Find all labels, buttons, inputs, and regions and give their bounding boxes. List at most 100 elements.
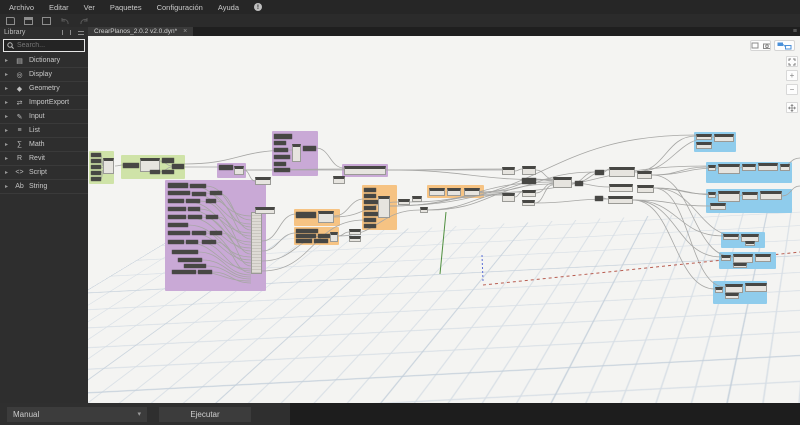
graph-node[interactable] — [162, 170, 174, 174]
graph-node[interactable] — [274, 155, 290, 159]
graph-node[interactable] — [192, 192, 206, 196]
graph-node[interactable] — [274, 162, 286, 166]
graph-node[interactable] — [364, 194, 376, 198]
graph-node[interactable] — [502, 193, 515, 202]
menu-ver[interactable]: Ver — [84, 3, 95, 12]
graph-node[interactable] — [464, 188, 480, 196]
expander-icon[interactable]: ▸ — [5, 141, 10, 148]
graph-node[interactable] — [91, 159, 101, 163]
graph-node[interactable] — [608, 196, 633, 204]
graph-node[interactable] — [255, 177, 271, 185]
expander-icon[interactable]: ▸ — [5, 127, 10, 134]
graph-node[interactable] — [429, 188, 445, 196]
fit-view-button[interactable] — [786, 56, 798, 67]
graph-node[interactable] — [522, 178, 536, 184]
graph-node[interactable] — [234, 166, 244, 175]
menu-paquetes[interactable]: Paquetes — [110, 3, 142, 12]
graph-node[interactable] — [696, 142, 712, 149]
graph-node[interactable] — [210, 231, 222, 235]
redo-icon[interactable] — [79, 17, 89, 25]
expander-icon[interactable]: ▸ — [5, 85, 10, 92]
undo-icon[interactable] — [60, 17, 70, 25]
graph-node[interactable] — [255, 207, 275, 214]
menu-archivo[interactable]: Archivo — [9, 3, 34, 12]
graph-node[interactable] — [522, 200, 535, 206]
graph-node[interactable] — [522, 166, 536, 175]
graph-node[interactable] — [188, 215, 202, 219]
graph-node[interactable] — [91, 171, 101, 175]
graph-node[interactable] — [733, 254, 753, 263]
graph-node[interactable] — [714, 134, 734, 142]
graph-node[interactable] — [710, 203, 726, 210]
graph-node[interactable] — [733, 263, 747, 268]
graph-node[interactable] — [780, 164, 790, 171]
graph-node[interactable] — [696, 134, 712, 140]
expander-icon[interactable]: ▸ — [5, 169, 10, 176]
graph-node[interactable] — [708, 192, 716, 198]
library-menu-icon[interactable] — [78, 30, 84, 35]
graph-node[interactable] — [637, 171, 652, 179]
graph-node[interactable] — [412, 196, 422, 202]
library-dock-icon[interactable] — [62, 30, 67, 35]
graph-node[interactable] — [202, 240, 216, 244]
graph-node[interactable] — [715, 287, 723, 293]
graph-node[interactable] — [522, 190, 536, 197]
graph-node[interactable] — [296, 229, 318, 233]
menu-configuración[interactable]: Configuración — [157, 3, 203, 12]
expander-icon[interactable]: ▸ — [5, 71, 10, 78]
graph-node[interactable] — [251, 212, 262, 274]
graph-node[interactable] — [609, 184, 633, 192]
graph-node[interactable] — [172, 270, 196, 274]
graph-node[interactable] — [168, 215, 186, 219]
library-search[interactable] — [3, 39, 85, 52]
graph-node[interactable] — [188, 207, 200, 211]
expander-icon[interactable]: ▸ — [5, 113, 10, 120]
graph-node[interactable] — [168, 223, 188, 227]
graph-node[interactable] — [609, 167, 635, 177]
graph-node[interactable] — [168, 240, 184, 244]
expander-icon[interactable]: ▸ — [5, 155, 10, 162]
notifications-icon[interactable]: ! — [254, 3, 262, 11]
run-mode-dropdown[interactable]: Manual ▾ — [7, 406, 147, 422]
graph-node[interactable] — [721, 255, 731, 261]
menu-ayuda[interactable]: Ayuda — [218, 3, 239, 12]
graph-node[interactable] — [206, 215, 218, 219]
graph-node[interactable] — [364, 224, 376, 228]
sidebar-item-input[interactable]: ▸ ✎ Input — [0, 110, 88, 124]
graph-node[interactable] — [364, 212, 378, 216]
sidebar-item-dictionary[interactable]: ▸ ▤ Dictionary — [0, 54, 88, 68]
expander-icon[interactable]: ▸ — [5, 99, 10, 106]
graph-node[interactable] — [745, 283, 767, 292]
expander-icon[interactable]: ▸ — [5, 57, 10, 64]
sidebar-item-revit[interactable]: ▸ R Revit — [0, 152, 88, 166]
graph-node[interactable] — [725, 284, 743, 293]
graph-node[interactable] — [745, 241, 755, 246]
graph-node[interactable] — [206, 199, 216, 203]
graph-node[interactable] — [349, 229, 361, 235]
graph-node[interactable] — [296, 234, 316, 238]
graph-node[interactable] — [198, 270, 212, 274]
graph-node[interactable] — [718, 164, 740, 174]
graph-node[interactable] — [172, 164, 184, 169]
graph-node[interactable] — [123, 163, 139, 168]
graph-node[interactable] — [725, 293, 739, 299]
graph-node[interactable] — [378, 196, 390, 218]
graph-node[interactable] — [186, 240, 198, 244]
run-button[interactable]: Ejecutar — [159, 406, 251, 422]
graph-node[interactable] — [168, 199, 184, 203]
sidebar-item-importexport[interactable]: ▸ ⇄ ImportExport — [0, 96, 88, 110]
graph-node[interactable] — [184, 264, 206, 268]
graph-node[interactable] — [575, 181, 583, 186]
sidebar-item-geometry[interactable]: ▸ ◆ Geometry — [0, 82, 88, 96]
graph-node[interactable] — [364, 188, 376, 192]
graph-node[interactable] — [637, 185, 654, 193]
graph-node[interactable] — [314, 239, 328, 243]
graph-node[interactable] — [420, 207, 428, 213]
graph-node[interactable] — [91, 165, 101, 169]
graph-node[interactable] — [502, 167, 515, 175]
graph-node[interactable] — [364, 206, 376, 210]
graph-node[interactable] — [192, 231, 206, 235]
graph-node[interactable] — [219, 165, 233, 170]
graph-node[interactable] — [318, 234, 330, 238]
graph-node[interactable] — [91, 177, 101, 181]
